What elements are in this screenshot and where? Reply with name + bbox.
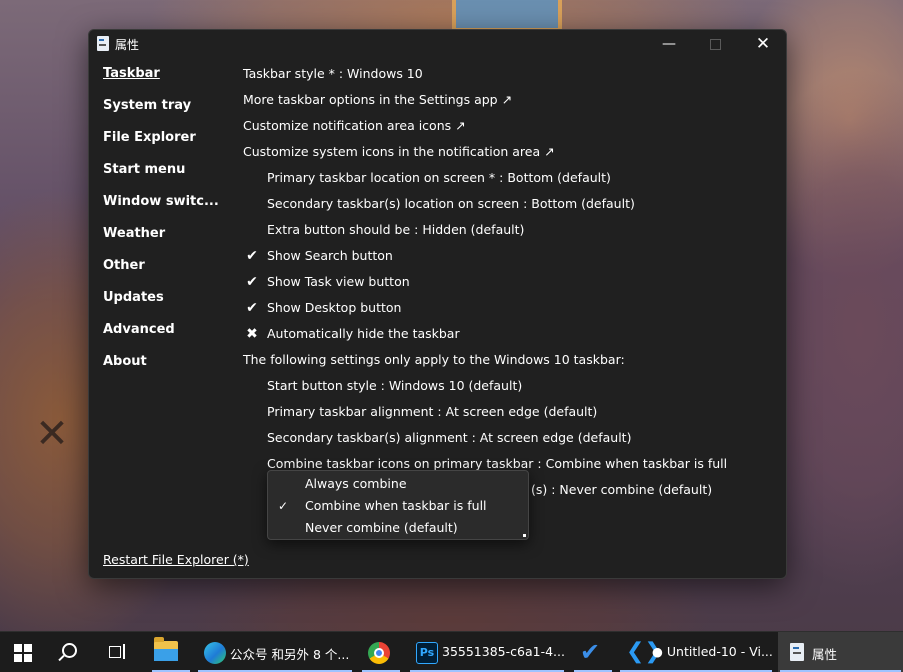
resize-grip-icon[interactable] [523,534,526,537]
link-more-taskbar-options[interactable]: More taskbar options in the Settings app… [243,89,512,111]
taskbar-chrome[interactable] [360,632,402,672]
sidebar-item-advanced[interactable]: Advanced [103,322,223,354]
task-view-icon [109,644,125,659]
start-button[interactable] [0,632,46,672]
setting-extra-button[interactable]: Extra button should be : Hidden (default… [267,219,524,241]
sidebar-item-about[interactable]: About [103,354,223,386]
task-view-button[interactable] [98,632,142,672]
sidebar-item-window-switcher[interactable]: Window switc... [103,194,223,226]
toggle-label: Show Desktop button [267,300,402,315]
search-icon [62,643,77,658]
sidebar-item-taskbar[interactable]: Taskbar [103,66,223,98]
setting-primary-location[interactable]: Primary taskbar location on screen * : B… [267,167,611,189]
checkmark-icon: ✔ [246,300,258,316]
photoshop-icon: Ps [416,642,438,664]
search-button[interactable] [50,632,94,672]
setting-taskbar-style[interactable]: Taskbar style * : Windows 10 [243,63,423,85]
dropdown-option-combine-when-full[interactable]: ✓ Combine when taskbar is full [268,495,528,517]
taskbar-edge[interactable]: 公众号 和另外 8 个... [196,632,354,672]
setting-combine-secondary[interactable]: (s) : Never combine (default) [531,479,712,501]
windows-logo-icon [14,644,32,662]
toggle-label: Show Search button [267,248,393,263]
checkmark-icon: ✔ [246,248,258,264]
dropdown-option-label: Always combine [305,476,407,491]
taskbar: 公众号 和另外 8 个... Ps 35551385-c6a1-4... ✔ ❮… [0,631,903,672]
toggle-show-search[interactable]: ✔ Show Search button [246,245,393,267]
taskbar-todo[interactable]: ✔ [572,632,614,672]
taskbar-properties-label: 属性 [812,647,838,662]
sidebar-item-other[interactable]: Other [103,258,223,290]
setting-primary-alignment[interactable]: Primary taskbar alignment : At screen ed… [267,401,597,423]
maximize-icon [709,38,721,50]
toggle-label: Show Task view button [267,274,410,289]
taskbar-photoshop-label: 35551385-c6a1-4... [442,644,565,659]
dropdown-option-label: Combine when taskbar is full [305,498,487,513]
sidebar-item-system-tray[interactable]: System tray [103,98,223,130]
title-bar[interactable]: 属性 — ✕ [89,30,786,58]
restart-file-explorer-link[interactable]: Restart File Explorer (*) [103,552,249,567]
window-title: 属性 [115,38,140,52]
minimize-button[interactable]: — [646,30,692,58]
sidebar-item-file-explorer[interactable]: File Explorer [103,130,223,162]
link-notification-area-icons[interactable]: Customize notification area icons ↗ [243,115,466,137]
sidebar-item-updates[interactable]: Updates [103,290,223,322]
todo-check-icon: ✔ [580,638,601,666]
setting-secondary-alignment[interactable]: Secondary taskbar(s) alignment : At scre… [267,427,631,449]
taskbar-vscode-label: ● Untitled-10 - Vi... [652,644,773,659]
checkmark-icon: ✔ [246,274,258,290]
taskbar-properties[interactable]: 属性 [778,632,903,672]
sidebar-item-weather[interactable]: Weather [103,226,223,258]
taskbar-vscode[interactable]: ❮❯ ● Untitled-10 - Vi... [618,632,774,672]
check-icon: ✓ [278,499,289,513]
dropdown-option-never-combine[interactable]: Never combine (default) [268,517,528,539]
cross-icon: ✖ [246,326,258,342]
folder-icon [154,637,178,661]
toggle-show-task-view[interactable]: ✔ Show Task view button [246,271,410,293]
toggle-label: Automatically hide the taskbar [267,326,460,341]
setting-start-button-style[interactable]: Start button style : Windows 10 (default… [267,375,522,397]
link-system-icons[interactable]: Customize system icons in the notificati… [243,141,555,163]
taskbar-file-explorer[interactable] [150,632,192,672]
app-document-icon [790,643,804,661]
vscode-icon: ❮❯ [626,639,663,664]
toggle-auto-hide[interactable]: ✖ Automatically hide the taskbar [246,323,460,345]
setting-secondary-location[interactable]: Secondary taskbar(s) location on screen … [267,193,635,215]
sidebar-nav: Taskbar System tray File Explorer Start … [103,66,223,386]
close-button[interactable]: ✕ [740,30,786,58]
windows10-section-note: The following settings only apply to the… [243,352,625,367]
app-document-icon [97,36,109,51]
maximize-button[interactable] [692,30,738,58]
toggle-show-desktop[interactable]: ✔ Show Desktop button [246,297,402,319]
wallpaper-picture-frame [452,0,562,32]
combine-options-dropdown: Always combine ✓ Combine when taskbar is… [267,470,529,540]
wallpaper-stitch-mark: ✕ [35,411,69,457]
taskbar-photoshop[interactable]: Ps 35551385-c6a1-4... [408,632,566,672]
dropdown-option-label: Never combine (default) [305,520,458,535]
chrome-icon [368,642,390,664]
dropdown-option-always-combine[interactable]: Always combine [268,473,528,495]
sidebar-item-start-menu[interactable]: Start menu [103,162,223,194]
taskbar-edge-label: 公众号 和另外 8 个... [230,647,350,662]
properties-window: 属性 — ✕ Taskbar System tray File Explorer… [88,29,787,579]
edge-browser-icon [204,642,226,664]
